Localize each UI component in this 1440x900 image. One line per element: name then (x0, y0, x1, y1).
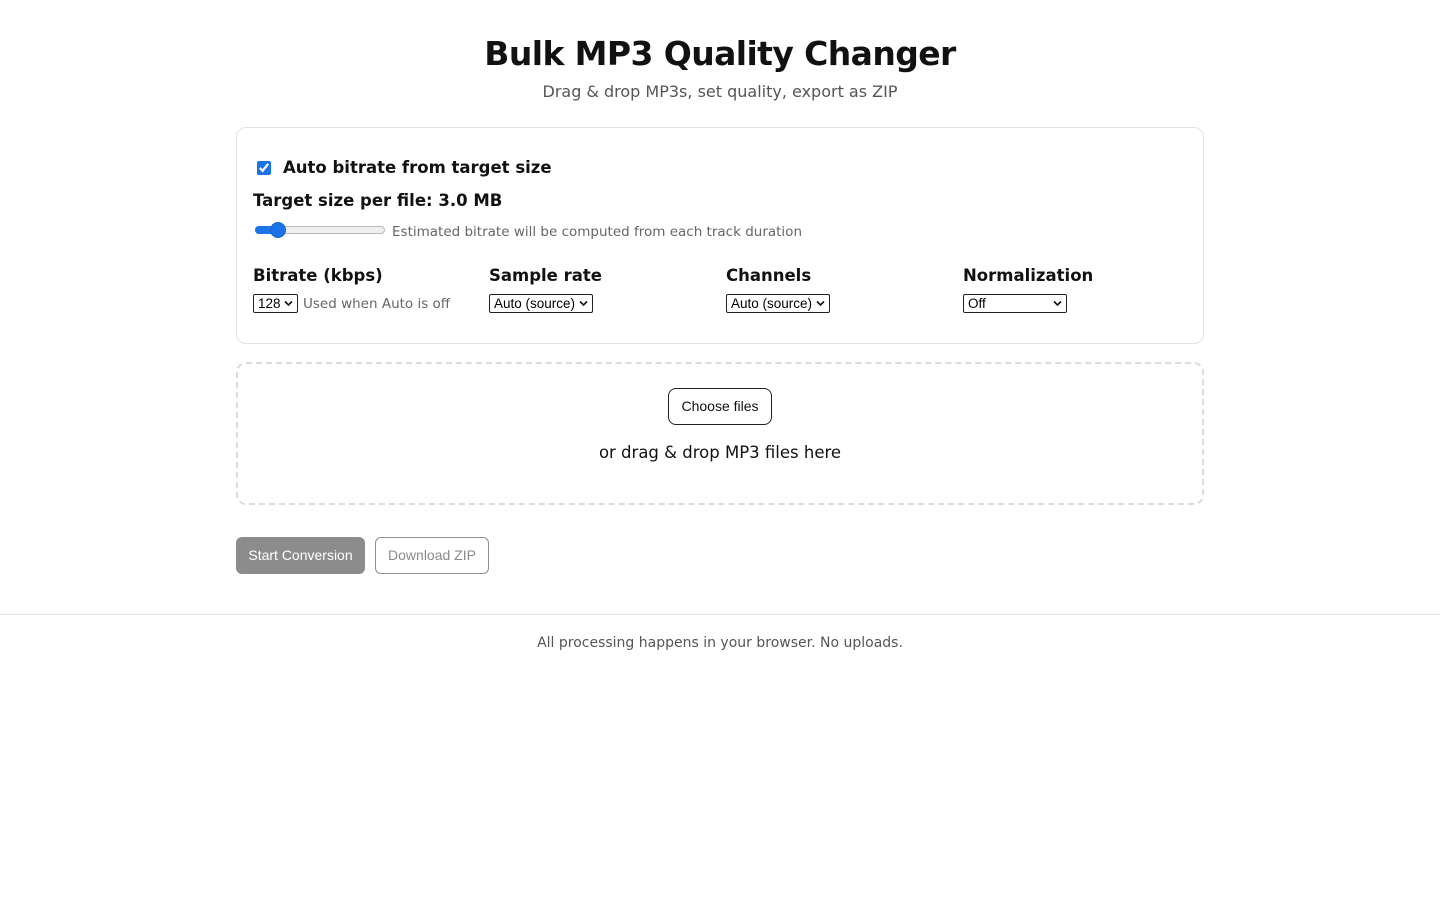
auto-bitrate-checkbox[interactable] (257, 161, 271, 175)
sample-rate-select-value: Auto (source) (494, 296, 576, 311)
bitrate-hint: Used when Auto is off (303, 295, 451, 312)
channels-select[interactable]: Auto (source) (726, 294, 830, 313)
chevron-down-icon (1053, 300, 1062, 307)
settings-panel: Auto bitrate from target size Target siz… (236, 127, 1204, 344)
footer-text: All processing happens in your browser. … (537, 635, 903, 651)
target-size-label: Target size per file: 3.0 MB (253, 191, 503, 210)
page-subtitle: Drag & drop MP3s, set quality, export as… (542, 82, 898, 101)
auto-bitrate-row: Auto bitrate from target size (257, 157, 552, 179)
target-size-slider[interactable] (255, 222, 385, 238)
slider-thumb[interactable] (269, 222, 286, 238)
choose-files-button[interactable]: Choose files (668, 388, 772, 425)
bitrate-label: Bitrate (kbps) (253, 266, 383, 285)
auto-bitrate-label[interactable]: Auto bitrate from target size (283, 157, 552, 179)
drop-zone[interactable]: Choose files or drag & drop MP3 files he… (236, 362, 1204, 505)
target-size-row: Estimated bitrate will be computed from … (253, 220, 802, 240)
chevron-down-icon (284, 300, 293, 307)
normalization-label: Normalization (963, 266, 1094, 285)
page-title: Bulk MP3 Quality Changer (484, 34, 956, 73)
sample-rate-group: Sample rate Auto (source) (489, 265, 602, 313)
normalization-select-value: Off (968, 296, 986, 311)
bitrate-select[interactable]: 128 (253, 294, 298, 313)
normalization-group: Normalization Off (963, 265, 1093, 313)
bitrate-group: Bitrate (kbps) 128 Used when Auto is off (253, 265, 450, 313)
sample-rate-select[interactable]: Auto (source) (489, 294, 593, 313)
channels-select-value: Auto (source) (731, 296, 813, 311)
download-zip-button[interactable]: Download ZIP (375, 537, 489, 574)
bitrate-select-value: 128 (258, 296, 281, 311)
start-conversion-button[interactable]: Start Conversion (236, 537, 365, 574)
footer-divider (0, 614, 1440, 615)
normalization-select[interactable]: Off (963, 294, 1067, 313)
chevron-down-icon (816, 300, 825, 307)
target-size-hint: Estimated bitrate will be computed from … (392, 224, 802, 240)
sample-rate-label: Sample rate (489, 266, 602, 285)
drop-zone-text: or drag & drop MP3 files here (598, 443, 842, 462)
channels-label: Channels (726, 266, 812, 285)
channels-group: Channels Auto (source) (726, 265, 830, 313)
chevron-down-icon (579, 300, 588, 307)
